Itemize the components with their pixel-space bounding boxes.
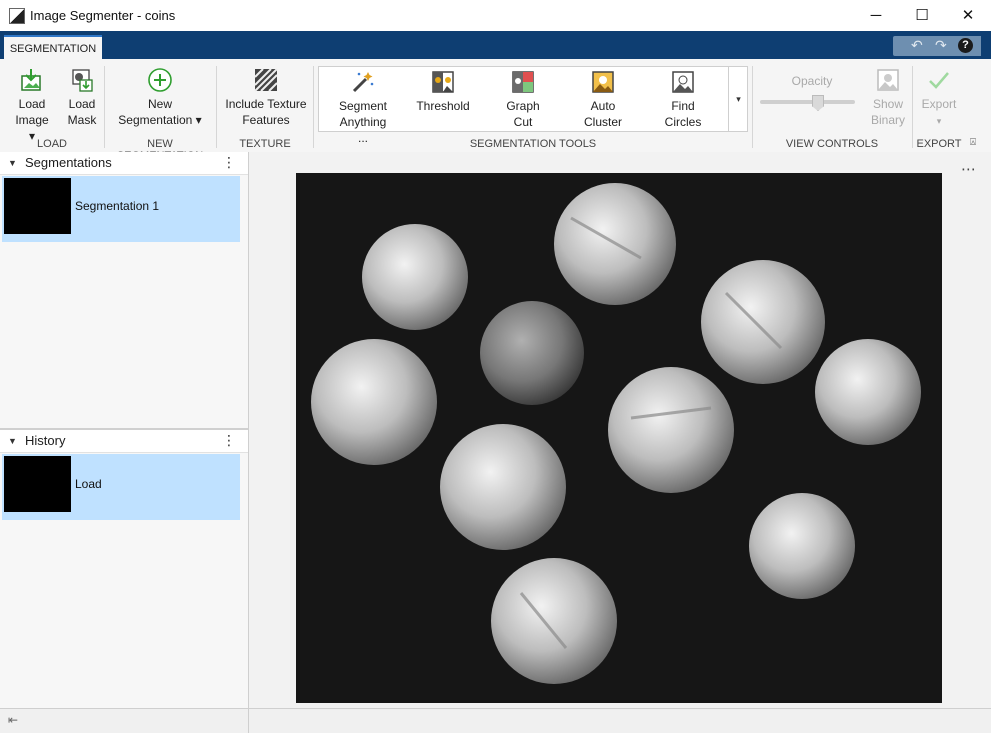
title-bar: Image Segmenter - coins ─ ☐ ✕	[0, 0, 991, 31]
tool-find-circles[interactable]: Find Circles	[653, 69, 713, 130]
group-label-load: LOAD	[37, 138, 67, 150]
add-circle-icon	[148, 68, 172, 92]
coins-image[interactable]	[296, 173, 942, 703]
history-list-item[interactable]: Load	[2, 454, 240, 520]
group-label-segmentation-tools: SEGMENTATION TOOLS	[469, 138, 597, 150]
collapse-chevron-icon[interactable]: ▼	[8, 158, 17, 168]
load-mask-button[interactable]: Load Mask	[62, 67, 102, 128]
load-image-icon	[21, 69, 41, 91]
export-button[interactable]: Export ▾	[918, 67, 960, 129]
find-circles-icon	[672, 71, 694, 93]
graph-cut-icon	[512, 71, 534, 93]
collapse-ribbon-icon[interactable]: ⍓	[970, 137, 976, 148]
texture-icon	[254, 68, 278, 92]
auto-cluster-icon	[592, 71, 614, 93]
history-options-icon[interactable]: ⋮	[222, 432, 236, 449]
history-label: Load	[75, 477, 102, 491]
opacity-slider-thumb[interactable]	[812, 95, 824, 111]
show-binary-button[interactable]: Show Binary	[866, 67, 910, 128]
group-label-view-controls: VIEW CONTROLS	[785, 138, 879, 150]
history-panel-header: ▼ History ⋮	[0, 430, 248, 453]
tab-segmentation[interactable]: SEGMENTATION	[4, 35, 102, 59]
more-options-icon[interactable]: ⋯	[961, 160, 977, 178]
segmentations-panel-header: ▼ Segmentations ⋮	[0, 152, 248, 175]
include-texture-button[interactable]: Include Texture Features	[222, 67, 310, 128]
maximize-button[interactable]: ☐	[899, 0, 945, 31]
history-thumbnail	[4, 456, 71, 512]
load-mask-icon	[72, 69, 93, 92]
tool-segment-anything[interactable]: Segment Anything ...	[333, 69, 393, 146]
segmentations-panel-title: Segmentations	[25, 155, 112, 170]
gallery-more-button[interactable]: ▾	[728, 66, 748, 132]
group-label-export: EXPORT	[916, 138, 962, 150]
segmentation-label: Segmentation 1	[75, 199, 160, 213]
ribbon: Load Image ▾ Load Mask LOAD New Segmenta…	[0, 59, 991, 162]
tool-graph-cut[interactable]: Graph Cut	[493, 69, 553, 130]
load-image-button[interactable]: Load Image ▾	[12, 67, 52, 144]
undo-icon[interactable]: ↶	[911, 37, 923, 54]
new-segmentation-button[interactable]: New Segmentation ▾	[110, 67, 210, 128]
app-icon	[9, 8, 25, 24]
close-button[interactable]: ✕	[945, 0, 991, 31]
quick-access-toolbar: ↶ ↷ ?	[893, 36, 981, 56]
segmentations-options-icon[interactable]: ⋮	[222, 154, 236, 171]
tool-threshold[interactable]: Threshold	[413, 69, 473, 114]
opacity-label: Opacity	[791, 74, 833, 88]
magic-wand-icon	[352, 72, 374, 93]
opacity-slider[interactable]	[760, 100, 855, 104]
left-panel: ▼ Segmentations ⋮ Segmentation 1 ▼ Histo…	[0, 152, 249, 708]
window-title: Image Segmenter - coins	[30, 8, 176, 23]
segmentation-list-item[interactable]: Segmentation 1	[2, 176, 240, 242]
tab-bar: SEGMENTATION ↶ ↷ ?	[0, 31, 991, 59]
collapse-chevron-icon[interactable]: ▼	[8, 436, 17, 446]
help-icon[interactable]: ?	[958, 38, 973, 53]
segmentation-thumbnail	[4, 178, 71, 234]
status-bar: ⇤	[0, 708, 991, 733]
minimize-button[interactable]: ─	[853, 0, 899, 31]
threshold-icon	[432, 71, 454, 93]
history-panel-title: History	[25, 433, 66, 448]
collapse-panel-icon[interactable]: ⇤	[8, 713, 18, 727]
group-label-texture: TEXTURE	[239, 138, 291, 150]
tool-auto-cluster[interactable]: Auto Cluster	[573, 69, 633, 130]
redo-icon[interactable]: ↷	[935, 37, 947, 54]
export-check-icon	[929, 72, 949, 89]
show-binary-icon	[877, 69, 899, 91]
